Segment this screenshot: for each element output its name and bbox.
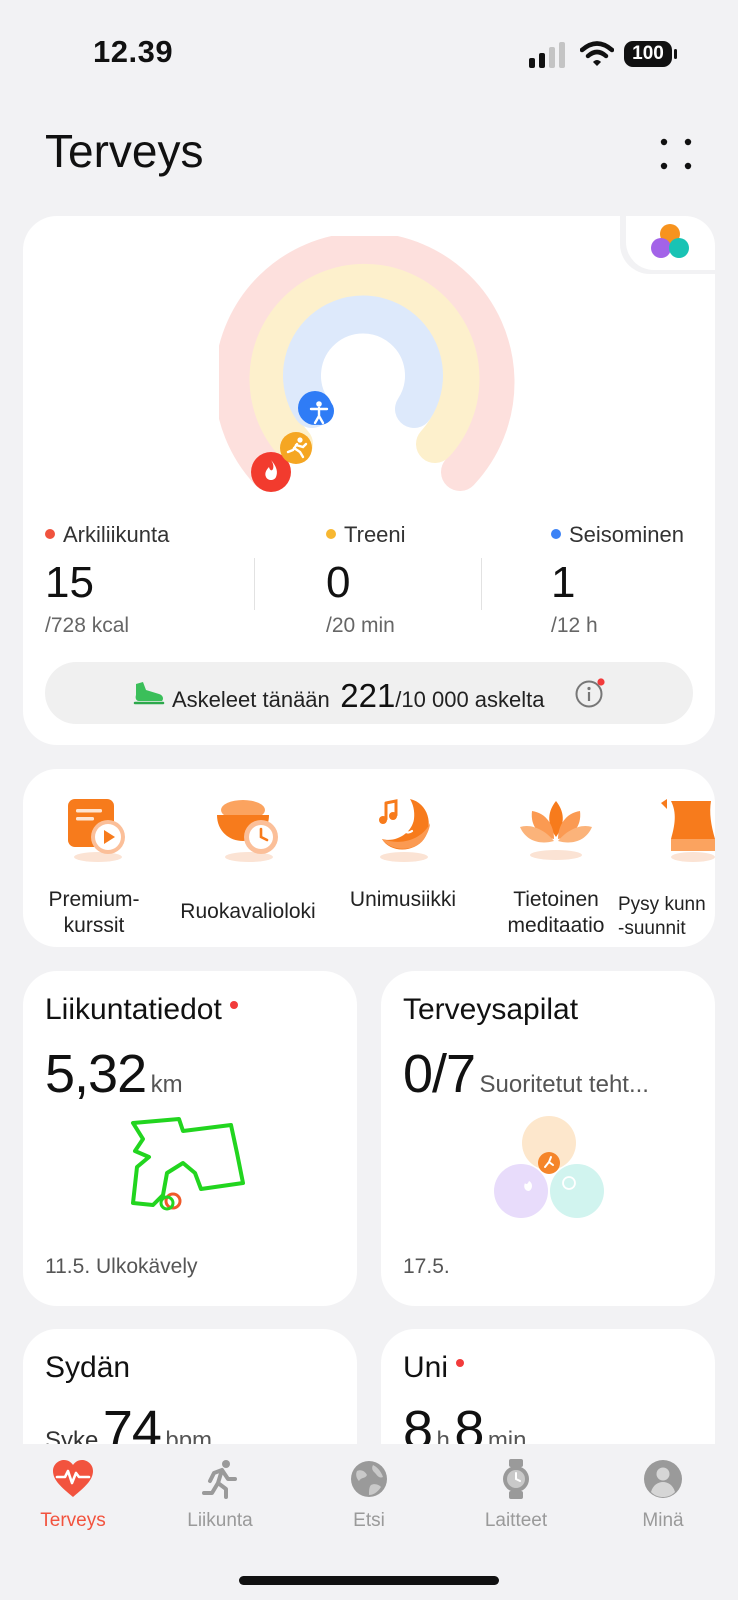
activity-date: 11.5. Ulkokävely bbox=[45, 1255, 198, 1278]
metric-exercise-goal: /20 min bbox=[326, 614, 395, 637]
status-bar: 12.39 100 bbox=[0, 0, 738, 110]
lotus-icon bbox=[520, 801, 592, 860]
service-label: Pysy kunn -suunnit bbox=[618, 894, 706, 939]
page-title: Terveys bbox=[45, 125, 204, 177]
tab-laitteet[interactable]: Laitteet bbox=[456, 1459, 576, 1532]
food-bowl-icon bbox=[217, 800, 278, 862]
rings-style-button[interactable] bbox=[626, 216, 715, 270]
tile-title: Terveysapilat bbox=[403, 993, 579, 1026]
tab-mina[interactable]: Minä bbox=[603, 1459, 723, 1532]
tasks-label: Suoritetut teht... bbox=[479, 1071, 649, 1098]
activity-records-tile[interactable]: Liikuntatiedot 5,32 km 11.5. Ulkokävely bbox=[23, 971, 357, 1306]
exercise-dot bbox=[326, 529, 336, 540]
tab-label: Terveys bbox=[40, 1510, 106, 1531]
services-card: Premium- kurssit Ruokavalioloki Unimusii… bbox=[23, 769, 715, 947]
metric-stand-goal: /12 h bbox=[551, 614, 598, 637]
steps-goal: /10 000 askelta bbox=[395, 687, 545, 712]
service-fitness-plan[interactable]: Pysy kunn -suunnit bbox=[618, 781, 715, 947]
battery-icon: 100 bbox=[624, 41, 672, 67]
service-premium-courses[interactable]: Premium- kurssit bbox=[44, 781, 144, 947]
service-sleep-music[interactable]: Unimusiikki bbox=[343, 781, 463, 947]
clover-date: 17.5. bbox=[403, 1255, 450, 1278]
profile-icon bbox=[644, 1460, 682, 1498]
steps-label: Askeleet tänään bbox=[172, 687, 330, 712]
divider bbox=[254, 558, 255, 610]
tab-label: Liikunta bbox=[187, 1510, 253, 1531]
status-time: 12.39 bbox=[93, 34, 174, 69]
metric-exercise: Treeni 0 /20 min bbox=[326, 522, 406, 638]
steps-value: 221 bbox=[340, 677, 396, 714]
divider bbox=[481, 558, 482, 610]
exercise-ring-marker bbox=[280, 432, 312, 464]
service-label: Unimusiikki bbox=[349, 888, 457, 911]
tile-title: Uni bbox=[403, 1351, 465, 1385]
battery-tip bbox=[674, 49, 677, 59]
metric-move-label: Arkiliikunta bbox=[63, 522, 170, 547]
moon-music-icon bbox=[379, 799, 430, 862]
tab-label: Etsi bbox=[353, 1510, 385, 1531]
grid-dots-icon[interactable] bbox=[658, 136, 694, 172]
tile-title: Liikuntatiedot bbox=[45, 993, 238, 1027]
tab-liikunta[interactable]: Liikunta bbox=[160, 1459, 280, 1532]
tile-title: Sydän bbox=[45, 1351, 131, 1384]
metric-stand-value: 1 bbox=[551, 558, 576, 607]
service-label: Tietoinen meditaatio bbox=[507, 888, 605, 937]
tab-label: Laitteet bbox=[484, 1510, 548, 1531]
steps-summary[interactable]: Askeleet tänään 221/10 000 askelta bbox=[45, 662, 693, 724]
notification-dot bbox=[229, 1001, 238, 1010]
service-diet-log[interactable]: Ruokavalioloki bbox=[178, 781, 318, 947]
tab-etsi[interactable]: Etsi bbox=[309, 1459, 429, 1532]
distance-unit: km bbox=[150, 1071, 183, 1098]
body-shape-icon bbox=[661, 799, 715, 862]
home-indicator[interactable] bbox=[239, 1576, 499, 1585]
health-clover-tile[interactable]: Terveysapilat 0/7 Suoritetut teht... 17.… bbox=[381, 971, 715, 1306]
route-map-icon bbox=[131, 1117, 245, 1211]
distance-value: 5,32 bbox=[45, 1044, 147, 1104]
info-icon[interactable] bbox=[573, 678, 607, 712]
metric-move: Arkiliikunta 15 /728 kcal bbox=[45, 522, 169, 638]
globe-icon bbox=[351, 1461, 387, 1497]
metric-stand-label: Seisominen bbox=[569, 522, 684, 547]
metric-move-value: 15 bbox=[45, 558, 94, 607]
metric-move-goal: /728 kcal bbox=[45, 614, 130, 637]
color-circles-icon bbox=[651, 224, 689, 258]
shoe-icon bbox=[133, 682, 165, 705]
signal-icon bbox=[529, 42, 565, 68]
wifi-icon bbox=[580, 41, 614, 66]
metric-exercise-label: Treeni bbox=[344, 522, 406, 547]
watch-icon bbox=[503, 1459, 529, 1499]
stand-dot bbox=[551, 529, 561, 540]
activity-rings bbox=[219, 236, 515, 492]
tab-label: Minä bbox=[642, 1510, 684, 1531]
notification-dot bbox=[456, 1359, 465, 1368]
service-label: Premium- kurssit bbox=[48, 888, 140, 937]
clover-icon bbox=[494, 1116, 604, 1218]
service-label: Ruokavalioloki bbox=[180, 900, 316, 923]
course-play-icon bbox=[68, 799, 125, 862]
metric-exercise-value: 0 bbox=[326, 558, 351, 607]
heart-pulse-icon bbox=[53, 1460, 93, 1497]
tab-terveys[interactable]: Terveys bbox=[13, 1459, 133, 1532]
service-meditation[interactable]: Tietoinen meditaatio bbox=[486, 781, 626, 947]
move-dot bbox=[45, 529, 55, 540]
stand-ring-marker bbox=[298, 391, 334, 425]
battery-level: 100 bbox=[632, 43, 664, 64]
metric-stand: Seisominen 1 /12 h bbox=[551, 522, 684, 638]
running-icon bbox=[202, 1460, 237, 1499]
tasks-value: 0/7 bbox=[403, 1044, 476, 1104]
